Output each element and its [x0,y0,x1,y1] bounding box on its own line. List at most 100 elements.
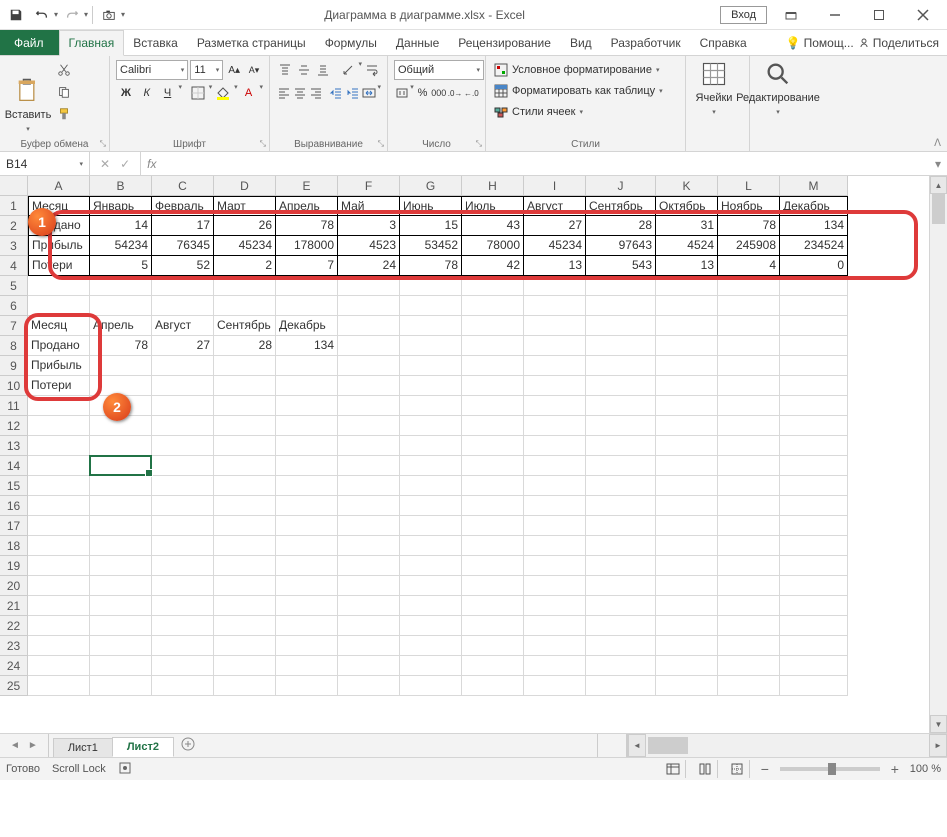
cell[interactable] [276,276,338,296]
cell[interactable] [152,596,214,616]
cell[interactable]: 17 [152,216,214,236]
cell[interactable] [152,356,214,376]
cell[interactable] [214,636,276,656]
cell[interactable] [28,656,90,676]
cell[interactable] [28,536,90,556]
cell[interactable] [90,496,152,516]
cell[interactable] [718,676,780,696]
cells-button[interactable]: Ячейки ▾ [692,60,736,116]
cell[interactable] [718,576,780,596]
cell[interactable] [214,516,276,536]
cell[interactable] [656,536,718,556]
ribbon-display-icon[interactable] [771,1,811,29]
cell[interactable] [276,636,338,656]
cell[interactable] [718,636,780,656]
cell[interactable] [718,396,780,416]
cell[interactable] [338,396,400,416]
cell[interactable]: 28 [586,216,656,236]
fx-icon[interactable]: fx [141,152,162,175]
row-header[interactable]: 16 [0,496,28,516]
cell[interactable] [276,416,338,436]
cell[interactable]: 178000 [276,236,338,256]
cell[interactable] [90,536,152,556]
cell[interactable] [462,396,524,416]
cell[interactable] [524,596,586,616]
cell[interactable] [718,656,780,676]
cell[interactable] [780,456,848,476]
cell[interactable] [586,516,656,536]
cell[interactable] [214,276,276,296]
cell[interactable] [90,596,152,616]
cell[interactable]: 78000 [462,236,524,256]
zoom-in-button[interactable]: + [888,761,902,777]
cell[interactable] [90,376,152,396]
cell[interactable] [276,556,338,576]
cell[interactable] [214,356,276,376]
cell[interactable] [214,456,276,476]
zoom-thumb[interactable] [828,763,836,775]
cell[interactable] [780,276,848,296]
cell[interactable] [718,316,780,336]
cell[interactable]: 13 [656,256,718,276]
cut-button[interactable] [54,60,74,80]
cell[interactable] [338,596,400,616]
cell[interactable]: 45234 [524,236,586,256]
row-header[interactable]: 21 [0,596,28,616]
vertical-scrollbar[interactable]: ▲ ▼ [929,176,947,733]
cell[interactable] [276,576,338,596]
cancel-formula-icon[interactable]: ✕ [100,157,110,171]
cell[interactable] [462,636,524,656]
cell[interactable] [338,416,400,436]
cell[interactable] [718,436,780,456]
font-name-input[interactable]: Calibri▾ [116,60,188,80]
share-button[interactable]: Поделиться [858,36,939,50]
cell[interactable] [338,336,400,356]
cell[interactable] [780,396,848,416]
column-header[interactable]: K [656,176,718,196]
row-header[interactable]: 22 [0,616,28,636]
login-button[interactable]: Вход [720,6,767,24]
scroll-left-icon[interactable]: ◄ [628,734,646,757]
column-header[interactable]: C [152,176,214,196]
font-color-button[interactable]: A [239,83,259,103]
cell[interactable] [338,496,400,516]
cell[interactable]: Ноябрь [718,196,780,216]
cell[interactable] [586,336,656,356]
cell[interactable] [656,676,718,696]
cell[interactable] [586,296,656,316]
cell[interactable] [338,436,400,456]
cell[interactable] [780,336,848,356]
cell[interactable] [524,356,586,376]
cell[interactable] [28,416,90,436]
cell[interactable]: Сентябрь [214,316,276,336]
cell[interactable] [462,316,524,336]
cell[interactable] [90,636,152,656]
cell[interactable] [28,456,90,476]
cell[interactable]: 4523 [338,236,400,256]
scroll-up-icon[interactable]: ▲ [930,176,947,194]
cell[interactable]: Потери [28,256,90,276]
redo-dropdown-icon[interactable]: ▾ [84,10,88,19]
cell[interactable] [338,356,400,376]
view-page-break-icon[interactable] [726,760,750,778]
cell[interactable] [586,316,656,336]
cell[interactable] [152,476,214,496]
cell[interactable] [586,436,656,456]
cell[interactable]: 24 [338,256,400,276]
cell[interactable]: 78 [276,216,338,236]
cell[interactable] [276,436,338,456]
cell[interactable] [656,416,718,436]
cell[interactable] [656,596,718,616]
row-header[interactable]: 9 [0,356,28,376]
cell[interactable]: Месяц [28,316,90,336]
cell[interactable]: Март [214,196,276,216]
vscroll-thumb[interactable] [932,194,945,224]
cell[interactable] [524,316,586,336]
row-header[interactable]: 7 [0,316,28,336]
cell[interactable] [28,396,90,416]
cell[interactable] [90,656,152,676]
cell[interactable] [152,276,214,296]
cell[interactable] [214,476,276,496]
cell[interactable] [276,476,338,496]
column-header[interactable]: B [90,176,152,196]
